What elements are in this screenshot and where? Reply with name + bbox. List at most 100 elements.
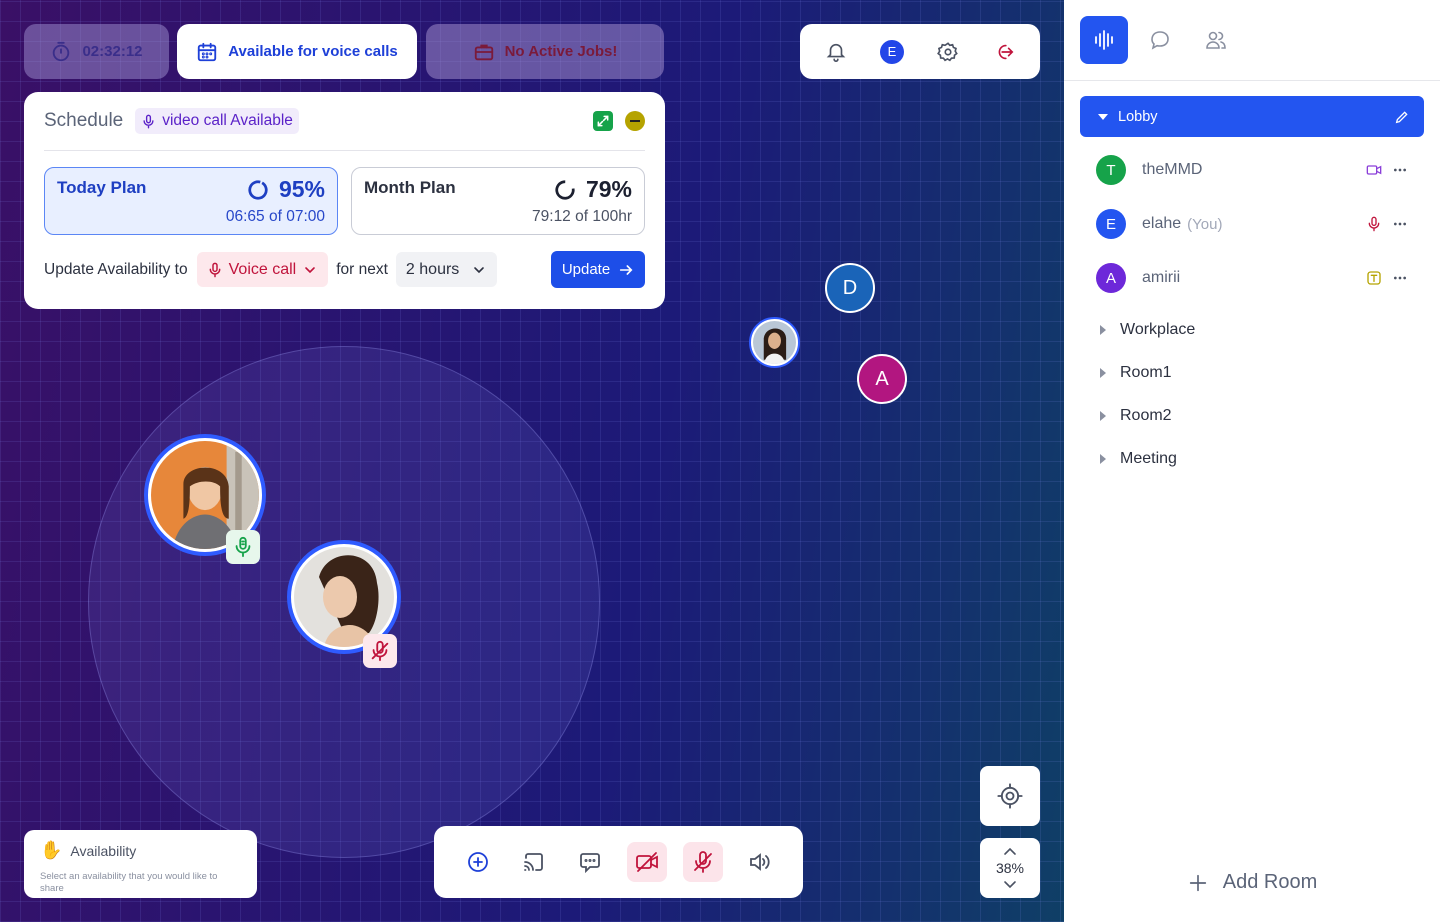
briefcase-icon	[474, 44, 493, 60]
room-item[interactable]: Room2	[1064, 394, 1440, 437]
gear-icon	[937, 41, 958, 61]
caret-right-icon	[1100, 453, 1106, 464]
logout-button[interactable]	[984, 32, 1024, 72]
speaker-button[interactable]	[739, 842, 779, 882]
caret-right-icon	[1100, 410, 1106, 421]
expand-button[interactable]	[593, 111, 613, 131]
screen-share-button[interactable]	[514, 842, 554, 882]
schedule-header: Schedule video call Available	[44, 92, 645, 151]
availability-status: Available for voice calls	[228, 43, 398, 60]
member-name: amirii	[1142, 269, 1181, 286]
room-item[interactable]: Room1	[1064, 351, 1440, 394]
month-plan-card[interactable]: Month Plan 79% 79:12 of 100hr	[351, 167, 645, 235]
top-toolbar: E	[800, 24, 1040, 79]
today-plan-detail: 06:65 of 07:00	[225, 208, 325, 225]
map-canvas[interactable]: 02:32:12 Available for voice calls No Ac…	[0, 0, 1064, 922]
mode-select[interactable]: Voice call	[196, 252, 329, 287]
availability-chip[interactable]: Available for voice calls	[177, 24, 417, 79]
sidebar-tabs	[1064, 0, 1440, 81]
calendar-icon	[198, 42, 217, 61]
more-icon[interactable]	[1392, 162, 1408, 178]
plus-icon	[1189, 874, 1206, 891]
notifications-button[interactable]	[816, 32, 856, 72]
participant-avatar[interactable]	[287, 540, 401, 668]
room-lobby-label: Lobby	[1118, 108, 1158, 125]
camera-toggle-button[interactable]	[626, 842, 667, 882]
room-item[interactable]: Workplace	[1064, 308, 1440, 351]
chevron-down-icon[interactable]	[1003, 880, 1017, 889]
member-row[interactable]: E elahe (You)	[1064, 197, 1440, 251]
chevron-down-icon	[474, 266, 485, 273]
expand-icon	[597, 115, 609, 127]
timer-chip[interactable]: 02:32:12	[24, 24, 169, 79]
video-call-badge: video call Available	[135, 108, 299, 134]
progress-ring-icon	[555, 179, 575, 200]
room-item[interactable]: Meeting	[1064, 437, 1440, 480]
mode-select-value: Voice call	[228, 260, 297, 278]
chat-icon	[580, 853, 601, 874]
add-button[interactable]	[458, 842, 498, 882]
duration-select-value: 2 hours	[405, 260, 460, 278]
room-label: Workplace	[1120, 320, 1196, 338]
users-icon	[1206, 31, 1226, 49]
member-avatar: E	[1096, 209, 1126, 239]
room-label: Room2	[1120, 406, 1172, 424]
settings-button[interactable]	[928, 32, 968, 72]
today-plan-percent: 95%	[278, 176, 325, 202]
participant-avatar-d[interactable]: D	[825, 263, 875, 313]
member-name: elahe	[1142, 215, 1182, 232]
duration-select[interactable]: 2 hours	[395, 252, 498, 287]
member-row[interactable]: A amirii	[1064, 251, 1440, 305]
bell-icon	[826, 43, 846, 62]
schedule-panel: Schedule video call Available Today Plan…	[24, 92, 665, 309]
month-plan-percent: 79%	[585, 176, 632, 202]
member-avatar: A	[1096, 263, 1126, 293]
tab-voice[interactable]	[1080, 16, 1128, 64]
participant-avatar[interactable]	[144, 434, 266, 564]
text-icon	[1367, 271, 1381, 285]
chevron-down-icon	[305, 266, 316, 273]
profile-button[interactable]: E	[872, 32, 912, 72]
locate-me-button[interactable]	[980, 766, 1040, 826]
microphone-icon	[209, 262, 221, 277]
chevron-up-icon[interactable]	[1003, 847, 1017, 856]
availability-card[interactable]: ✋ Availability Select an availability th…	[24, 830, 257, 898]
chat-button[interactable]	[570, 842, 610, 882]
zoom-control: 38%	[980, 838, 1040, 898]
availability-description: Select an availability that you would li…	[40, 871, 218, 894]
jobs-chip[interactable]: No Active Jobs!	[426, 24, 664, 79]
room-lobby[interactable]: Lobby	[1080, 96, 1424, 137]
participant-avatar[interactable]	[749, 317, 800, 368]
progress-ring-icon	[248, 179, 268, 200]
tab-people[interactable]	[1192, 16, 1240, 64]
logout-icon	[998, 44, 1014, 59]
room-label: Room1	[1120, 363, 1172, 381]
minimize-button[interactable]	[625, 111, 645, 131]
microphone-icon	[143, 114, 154, 128]
add-room-label: Add Room	[1222, 871, 1318, 893]
member-avatar: T	[1096, 155, 1126, 185]
room-label: Meeting	[1120, 449, 1177, 467]
chat-bubble-icon	[1151, 31, 1169, 50]
user-avatar: E	[880, 39, 904, 64]
more-icon[interactable]	[1392, 216, 1408, 232]
pencil-icon[interactable]	[1394, 109, 1410, 125]
member-row[interactable]: T theMMD	[1064, 143, 1440, 197]
microphone-off-icon	[693, 851, 712, 873]
add-room-button[interactable]: Add Room	[1064, 871, 1440, 894]
member-you-tag: (You)	[1187, 215, 1223, 233]
timer-value: 02:32:12	[82, 43, 143, 60]
tab-chat[interactable]	[1136, 16, 1184, 64]
participant-photo	[294, 547, 394, 647]
raised-hand-icon: ✋	[40, 840, 63, 860]
mic-toggle-button[interactable]	[682, 842, 723, 882]
update-availability-label: Update Availability to	[44, 260, 188, 278]
video-call-badge-label: video call Available	[162, 112, 293, 129]
update-button[interactable]: Update	[551, 251, 645, 288]
more-icon[interactable]	[1392, 270, 1408, 286]
participant-avatar-a[interactable]: A	[857, 354, 907, 404]
sidebar: Lobby T theMMD E elahe (You) A amirii Wo…	[1064, 0, 1440, 922]
caret-right-icon	[1100, 324, 1106, 335]
cast-icon	[524, 853, 544, 871]
today-plan-card[interactable]: Today Plan 95% 06:65 of 07:00	[44, 167, 338, 235]
